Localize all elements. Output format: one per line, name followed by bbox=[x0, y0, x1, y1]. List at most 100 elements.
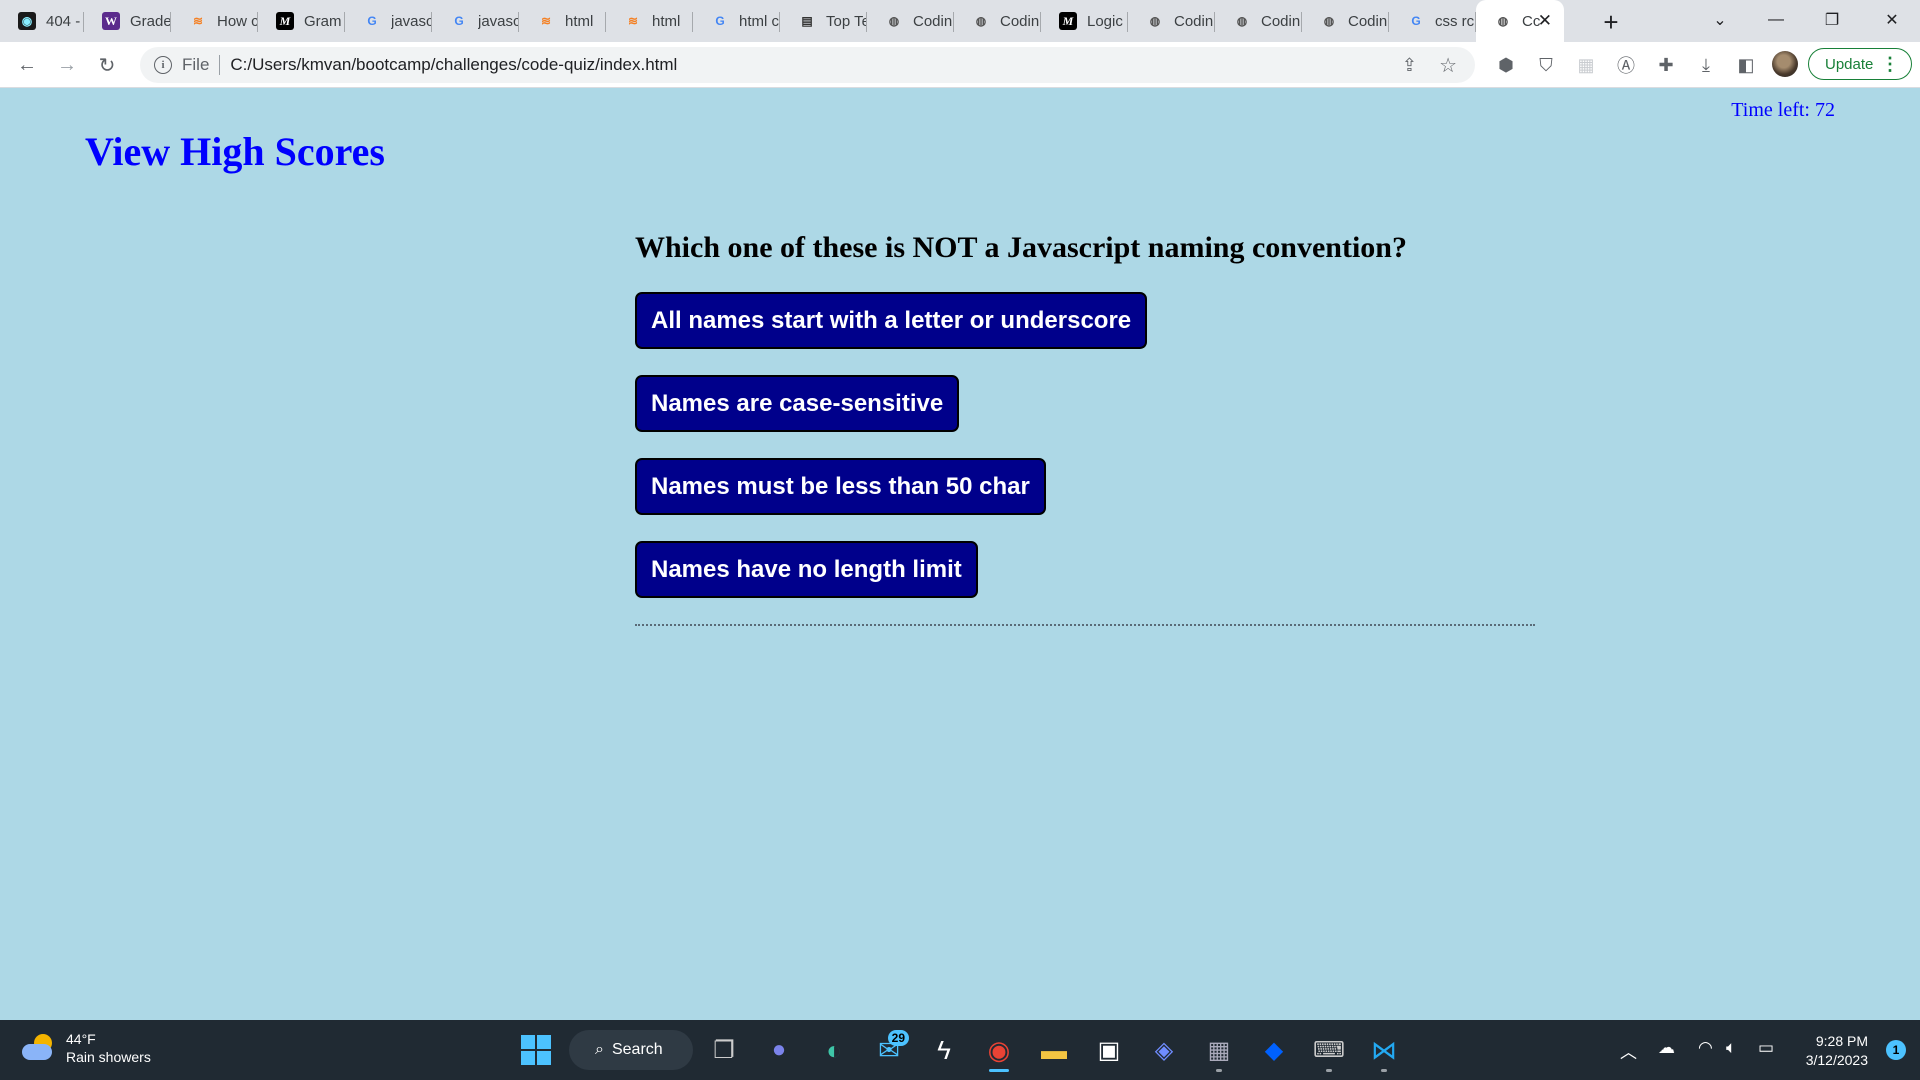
tab-title: css rc bbox=[1435, 12, 1475, 30]
tab-title: javasc bbox=[391, 12, 432, 30]
lightning-app-icon[interactable]: ϟ bbox=[922, 1028, 966, 1072]
browser-tab[interactable]: ≋ How c bbox=[171, 0, 258, 42]
terminal-icon[interactable]: ⌨ bbox=[1307, 1028, 1351, 1072]
browser-tab[interactable]: ▤ Top Te bbox=[780, 0, 867, 42]
close-window-button[interactable]: ✕ bbox=[1864, 0, 1920, 40]
browser-tab[interactable]: G html c bbox=[693, 0, 780, 42]
answer-button[interactable]: Names have no length limit bbox=[635, 541, 978, 598]
file-explorer-icon[interactable]: ▬ bbox=[1032, 1028, 1076, 1072]
browser-tab[interactable]: ◍ Codin bbox=[1302, 0, 1389, 42]
tab-title: Codin bbox=[1000, 12, 1040, 30]
bing-chat-icon[interactable]: ◈ bbox=[1142, 1028, 1186, 1072]
browser-tab[interactable]: G javasc bbox=[432, 0, 519, 42]
shield-extension-icon[interactable]: ⛉ bbox=[1534, 53, 1558, 77]
address-bar[interactable]: i File C:/Users/kmvan/bootcamp/challenge… bbox=[140, 47, 1475, 83]
show-hidden-icons-chevron-icon[interactable]: ︿ bbox=[1620, 1038, 1637, 1063]
onedrive-cloud-icon[interactable]: ☁ bbox=[1658, 1038, 1675, 1058]
profile-avatar[interactable] bbox=[1772, 51, 1798, 77]
browser-tab[interactable]: ◍ Codin bbox=[1128, 0, 1215, 42]
start-button[interactable] bbox=[514, 1028, 558, 1072]
download-icon[interactable]: ⤓ bbox=[1694, 53, 1718, 77]
tab-title: How c bbox=[217, 12, 258, 30]
tab-title: Codin bbox=[1348, 12, 1388, 30]
tab-title: javasc bbox=[478, 12, 519, 30]
grey-extension-icon[interactable]: ▦ bbox=[1574, 53, 1598, 77]
stackoverflow-icon: ≋ bbox=[192, 14, 204, 28]
teams-chat-icon[interactable]: ● bbox=[757, 1028, 801, 1072]
feedback-divider bbox=[635, 624, 1535, 626]
edge-browser-icon[interactable]: ◐ bbox=[812, 1028, 856, 1072]
quiz-container: Which one of these is NOT a Javascript n… bbox=[635, 228, 1535, 626]
browser-tab[interactable]: M Gram bbox=[258, 0, 345, 42]
browser-tab[interactable]: G javasc bbox=[345, 0, 432, 42]
m-icon: M bbox=[276, 12, 294, 30]
minimize-button[interactable]: — bbox=[1748, 0, 1804, 40]
restore-button[interactable]: ❐ bbox=[1804, 0, 1860, 40]
google-icon: G bbox=[1411, 14, 1421, 28]
puzzle-extensions-icon[interactable]: ✚ bbox=[1654, 53, 1678, 77]
dropbox-icon[interactable]: ◆ bbox=[1252, 1028, 1296, 1072]
url-text[interactable]: C:/Users/kmvan/bootcamp/challenges/code-… bbox=[230, 55, 677, 75]
store-icon[interactable]: ▣ bbox=[1087, 1028, 1131, 1072]
timer-value: 72 bbox=[1815, 99, 1835, 121]
browser-tab[interactable]: ≋ html bbox=[519, 0, 606, 42]
reload-button[interactable]: ↻ bbox=[92, 50, 122, 80]
tab-title: Top Te bbox=[826, 12, 867, 30]
back-button[interactable]: ← bbox=[12, 50, 42, 80]
w-icon: W bbox=[102, 12, 120, 30]
tab-title: Codin bbox=[1261, 12, 1301, 30]
new-tab-button[interactable]: + bbox=[1596, 8, 1626, 38]
browser-tab[interactable]: ◉ 404 - bbox=[0, 0, 84, 42]
weather-widget[interactable]: 44°F Rain showers bbox=[20, 1030, 151, 1066]
cube-extension-icon[interactable]: ⬢ bbox=[1494, 53, 1518, 77]
running-indicator bbox=[1326, 1069, 1332, 1072]
update-button[interactable]: Update ⋮ bbox=[1808, 48, 1912, 80]
update-label: Update bbox=[1825, 55, 1874, 73]
answer-button[interactable]: All names start with a letter or undersc… bbox=[635, 292, 1148, 349]
clock-date: 3/12/2023 bbox=[1805, 1052, 1868, 1068]
quiz-page: View High Scores Time left: 72 Which one … bbox=[0, 88, 1920, 1020]
chrome-icon[interactable]: ◉ bbox=[977, 1028, 1021, 1072]
google-icon: G bbox=[715, 14, 725, 28]
browser-tab[interactable]: ◍ Codin bbox=[867, 0, 954, 42]
tab-search-chevron-icon[interactable]: ⌄ bbox=[1692, 0, 1748, 40]
notification-badge[interactable]: 1 bbox=[1886, 1040, 1906, 1060]
tab-title: html bbox=[652, 12, 681, 30]
task-view-icon[interactable]: ❐ bbox=[702, 1028, 746, 1072]
mail-icon[interactable]: ✉ 29 bbox=[867, 1028, 911, 1072]
site-info-icon[interactable]: i bbox=[154, 56, 172, 74]
vscode-icon[interactable]: ⋈ bbox=[1362, 1028, 1406, 1072]
browser-tab[interactable]: M Logic bbox=[1041, 0, 1128, 42]
calculator-icon[interactable]: ▦ bbox=[1197, 1028, 1241, 1072]
browser-tab[interactable]: ◍ Codin bbox=[1215, 0, 1302, 42]
browser-tab[interactable]: ◍ Codin bbox=[954, 0, 1041, 42]
browser-tab[interactable]: G css rc bbox=[1389, 0, 1476, 42]
globe-icon: ◍ bbox=[1323, 14, 1335, 28]
volume-icon[interactable]: 🔈︎ bbox=[1726, 1038, 1736, 1058]
answer-button[interactable]: Names must be less than 50 char bbox=[635, 458, 1046, 515]
side-panel-icon[interactable]: ◧ bbox=[1734, 53, 1758, 77]
forward-button[interactable]: → bbox=[52, 50, 82, 80]
browser-tab[interactable]: ≋ html bbox=[606, 0, 693, 42]
tab-title: html bbox=[565, 12, 594, 30]
google-icon: G bbox=[367, 14, 377, 28]
menu-dots-icon: ⋮ bbox=[1881, 53, 1899, 74]
question-text: Which one of these is NOT a Javascript n… bbox=[635, 231, 1407, 264]
view-high-scores-link[interactable]: View High Scores bbox=[85, 128, 385, 175]
m-icon: M bbox=[1059, 12, 1077, 30]
close-tab-icon[interactable]: ✕ bbox=[1538, 11, 1552, 31]
windows-logo-icon bbox=[521, 1035, 551, 1065]
bookmark-star-icon[interactable]: ☆ bbox=[1439, 53, 1457, 78]
taskbar-search[interactable]: ⌕ Search bbox=[569, 1030, 693, 1070]
answer-list: All names start with a letter or undersc… bbox=[635, 292, 1535, 598]
running-indicator bbox=[1216, 1069, 1222, 1072]
a-circle-extension-icon[interactable]: Ⓐ bbox=[1614, 53, 1638, 77]
browser-tab[interactable]: W Grade bbox=[84, 0, 171, 42]
wifi-icon[interactable]: ◠ bbox=[1698, 1038, 1713, 1058]
answer-button[interactable]: Names are case-sensitive bbox=[635, 375, 960, 432]
tab-title: Gram bbox=[304, 12, 342, 30]
system-clock[interactable]: 9:28 PM 3/12/2023 bbox=[1806, 1032, 1868, 1070]
share-icon[interactable]: ⇪ bbox=[1402, 55, 1417, 76]
browser-tab-active[interactable]: ◍ Cc ✕ bbox=[1476, 0, 1564, 42]
battery-icon[interactable]: ▭ bbox=[1758, 1038, 1774, 1058]
